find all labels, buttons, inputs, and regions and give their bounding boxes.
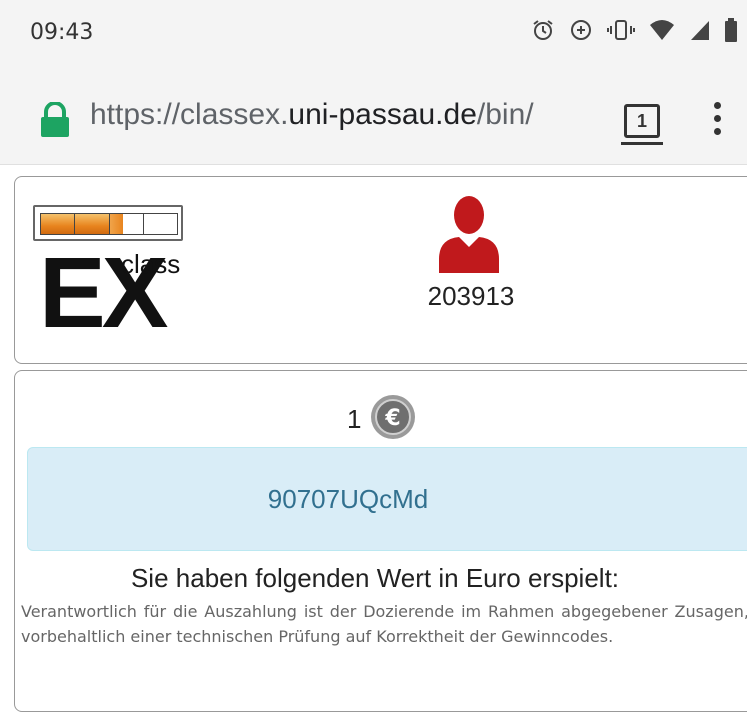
- svg-text:€: €: [385, 406, 401, 431]
- tab-switcher-button[interactable]: 1: [624, 104, 660, 138]
- status-bar: 09:43: [0, 0, 747, 72]
- tab-switcher-underline: [621, 142, 663, 145]
- status-icons: [531, 18, 737, 42]
- url-field[interactable]: https://classex.uni-passau.de/bin/: [90, 98, 600, 132]
- content-card: 1 € 90707UQcMd Sie haben folgenden Wert …: [14, 370, 747, 712]
- code-panel: 90707UQcMd: [27, 447, 747, 551]
- alarm-icon: [531, 18, 555, 42]
- result-heading: Sie haben folgenden Wert in Euro erspiel…: [130, 563, 620, 593]
- user-avatar-icon: [437, 193, 501, 278]
- lock-icon[interactable]: [38, 101, 72, 143]
- payout-disclaimer: Verantwortlich für die Auszahlung ist de…: [21, 602, 747, 646]
- header-card: EX class 203913: [14, 176, 747, 364]
- euro-coin-icon: €: [369, 393, 417, 446]
- url-domain: uni-passau.de: [288, 98, 477, 131]
- coin-counter: 1 €: [347, 393, 417, 446]
- winning-code: 90707UQcMd: [267, 484, 429, 514]
- wifi-icon: [649, 18, 675, 42]
- vibrate-icon: [607, 18, 635, 42]
- logo-class: class: [121, 249, 181, 279]
- browser-toolbar: https://classex.uni-passau.de/bin/ 1: [0, 72, 747, 165]
- overflow-menu-icon[interactable]: [714, 102, 722, 141]
- status-time: 09:43: [30, 20, 94, 45]
- signal-icon: [689, 18, 711, 42]
- coin-count: 1: [347, 404, 362, 434]
- url-suffix: /bin/: [476, 98, 534, 131]
- data-saver-icon: [569, 18, 593, 42]
- classex-logo: EX class: [33, 205, 193, 345]
- url-prefix: https://classex.: [90, 98, 289, 131]
- user-id: 203913: [427, 281, 515, 311]
- progress-indicator: [33, 205, 183, 241]
- battery-icon: [725, 18, 737, 42]
